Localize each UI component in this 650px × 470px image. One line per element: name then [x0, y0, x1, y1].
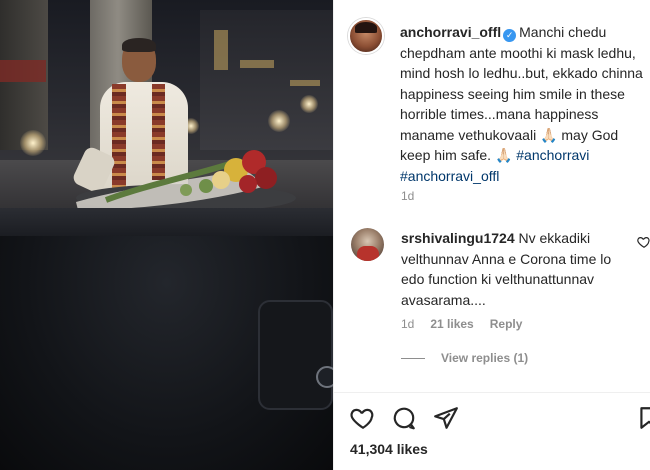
street-light [300, 95, 318, 113]
reply-button[interactable]: Reply [490, 317, 523, 331]
man-hair [122, 38, 156, 52]
heart-icon[interactable] [350, 405, 376, 431]
commenter-avatar[interactable] [351, 228, 384, 261]
street-light [20, 130, 46, 156]
post-media[interactable] [0, 0, 333, 470]
comment-timestamp[interactable]: 1d [401, 317, 414, 331]
comment-text: srshivalingu1724 Nv ekkadiki velthunnav … [401, 228, 636, 310]
hashtag-link[interactable]: #anchorravi_offl [400, 168, 499, 184]
hashtag-link[interactable]: #anchorravi [516, 147, 589, 163]
caption-timestamp[interactable]: 1d [401, 189, 414, 203]
avatar-shirt [357, 246, 379, 261]
air-vent [258, 300, 333, 410]
view-replies-button[interactable]: View replies (1) [401, 351, 528, 365]
author-avatar[interactable] [348, 18, 384, 54]
dashboard-edge [0, 208, 333, 238]
avatar-hair [355, 22, 377, 33]
share-icon[interactable] [433, 405, 459, 431]
comment-meta: 1d 21 likes Reply [401, 317, 522, 331]
lit-sign [290, 80, 320, 86]
instagram-post: anchorravi_offl ✓ Manchi chedu chepdham an… [0, 0, 650, 470]
bookmark-icon[interactable] [636, 405, 650, 431]
caption-text: anchorravi_offl ✓ Manchi chedu chepdham an… [400, 22, 650, 186]
actions-divider [334, 392, 650, 393]
flower-bouquet [76, 150, 296, 212]
view-replies-label: View replies (1) [441, 351, 529, 365]
likes-count[interactable]: 41,304 likes [350, 441, 428, 457]
lit-window [214, 30, 228, 70]
shop-sign [0, 60, 46, 82]
comment-icon[interactable] [391, 405, 417, 431]
caption-body: Manchi chedu chepdham ante moothi ki mas… [400, 24, 643, 163]
verified-badge-icon: ✓ [503, 29, 517, 42]
lit-sign [240, 60, 274, 68]
commenter-username[interactable]: srshivalingu1724 [401, 230, 515, 246]
comment-likes[interactable]: 21 likes [430, 317, 473, 331]
street-light [268, 110, 290, 132]
comment-heart-icon[interactable] [637, 235, 650, 249]
author-username[interactable]: anchorravi_offl [400, 24, 501, 40]
replies-line [401, 357, 425, 359]
dashboard-knob [316, 366, 333, 388]
